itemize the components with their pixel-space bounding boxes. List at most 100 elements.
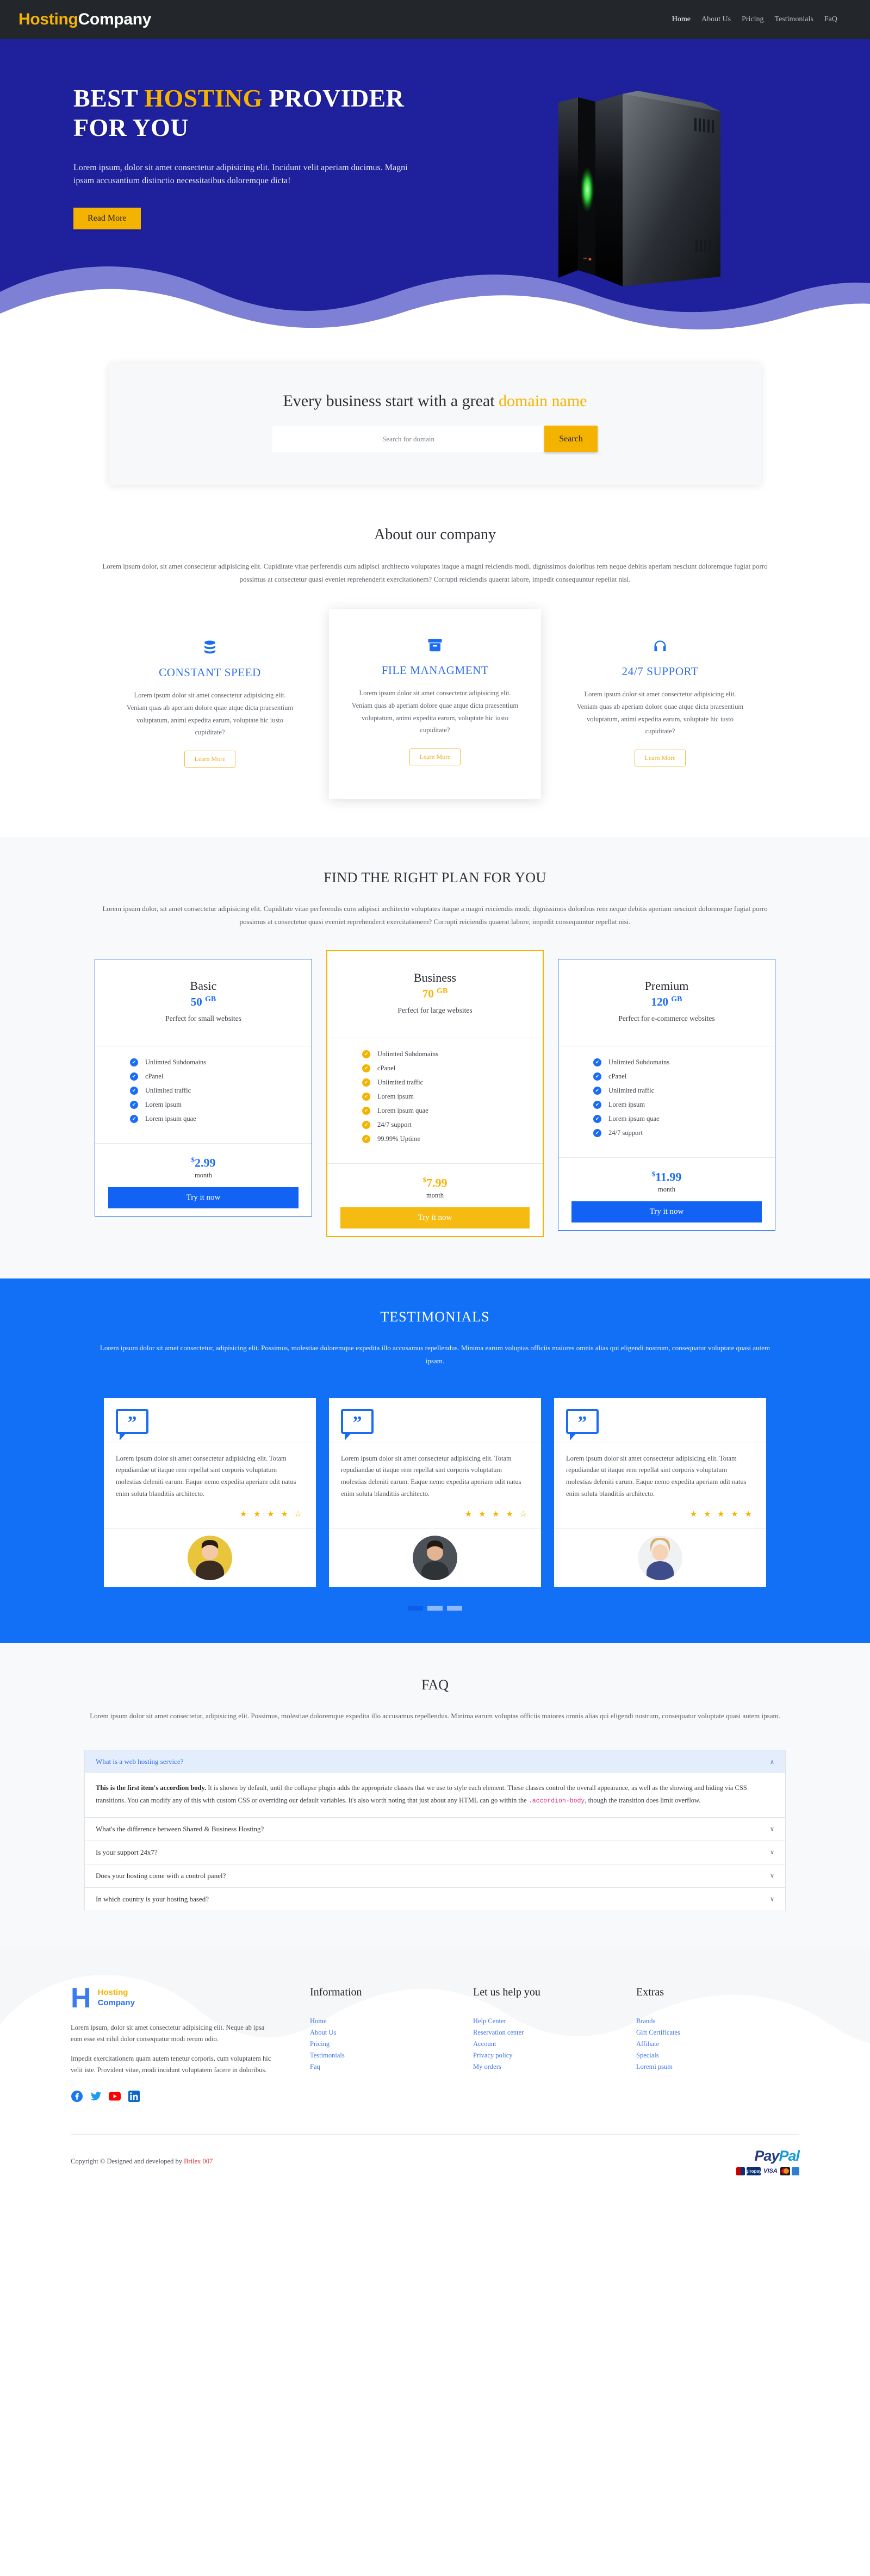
testimonial-carousel-dots [0, 1606, 870, 1611]
footer-link-privacy-policy[interactable]: Privacy policy [473, 2051, 636, 2060]
learn-more-button[interactable]: Learn More [634, 750, 686, 767]
read-more-button[interactable]: Read More [73, 208, 141, 230]
database-icon [123, 639, 296, 658]
plan-feature-item: ✔ Unlimted Subdomains [130, 1058, 312, 1067]
testimonial-rating-stars: ★ ★ ★ ★ ★ [554, 1506, 766, 1529]
faq-answer-code: .accordion-body [528, 1798, 585, 1805]
brand-logo[interactable]: HostingCompany [18, 10, 151, 29]
faq-question-5[interactable]: In which country is your hosting based? … [85, 1887, 785, 1911]
hero-wave-decoration [0, 266, 870, 335]
plan-features: ✔ Unlimted Subdomains ✔ cPanel ✔ Unlimited … [327, 1038, 543, 1164]
visa-icon: VISA [762, 2167, 779, 2175]
footer-link-help-center[interactable]: Help Center [473, 2017, 636, 2025]
testimonials-paragraph: Lorem ipsum dolor sit amet consectetur, … [100, 1343, 770, 1365]
paypal-badge: PayPal giropay VISA [736, 2147, 800, 2175]
pricing-plan-business: Business 70 GB Perfect for large website… [326, 950, 544, 1237]
footer-link-account[interactable]: Account [473, 2040, 636, 2048]
footer-about-paragraph-2: Impedit exercitationem quam autem tenetu… [71, 2055, 271, 2074]
check-icon: ✔ [362, 1135, 370, 1144]
footer-column-title: Let us help you [473, 1986, 540, 1998]
plan-description: Perfect for small websites [165, 1014, 241, 1023]
footer-link-home[interactable]: Home [310, 2017, 473, 2025]
carousel-dot-3[interactable] [447, 1606, 462, 1611]
learn-more-button[interactable]: Learn More [409, 749, 461, 766]
check-icon: ✔ [593, 1087, 601, 1095]
pricing-plan-basic: Basic 50 GB Perfect for small websites ✔… [95, 959, 312, 1217]
testimonial-avatar-wrap [104, 1529, 316, 1587]
avatar [413, 1536, 457, 1581]
plan-features: ✔ Unlimted Subdomains ✔ cPanel ✔ Unlimited … [95, 1046, 312, 1144]
faq-heading: FAQ [421, 1677, 449, 1693]
domain-search-button[interactable]: Search [544, 426, 598, 452]
footer-logo[interactable]: H Hosting Company [71, 1984, 272, 2012]
plan-size: 70 GB [422, 987, 448, 1001]
feature-card-constant-speed: CONSTANT SPEED Lorem ipsum dolor sit ame… [104, 616, 316, 793]
about-paragraph: Lorem ipsum dolor, sit amet consectetur … [102, 562, 768, 584]
feature-text: Lorem ipsum dolor sit amet consectetur a… [126, 691, 294, 737]
faq-question-3[interactable]: Is your support 24x7? ∨ [85, 1841, 785, 1864]
plan-feature-item: ✔ cPanel [130, 1072, 312, 1081]
footer-link-my-orders[interactable]: My orders [473, 2063, 636, 2071]
footer-logo-line-2: Company [97, 1998, 135, 2007]
plan-period: month [426, 1191, 444, 1199]
faq-question-2[interactable]: What's the difference between Shared & B… [85, 1817, 785, 1841]
youtube-icon[interactable] [109, 2091, 121, 2103]
learn-more-button[interactable]: Learn More [184, 751, 236, 768]
nav-item-testimonials[interactable]: Testimonials [775, 15, 813, 24]
footer-link-specials[interactable]: Specials [636, 2051, 799, 2060]
try-it-now-button[interactable]: Try it now [340, 1207, 530, 1228]
footer-link-testimonials[interactable]: Testimonials [310, 2051, 473, 2060]
footer-link-brands[interactable]: Brands [636, 2017, 799, 2025]
about-section: About our company Lorem ipsum dolor, sit… [0, 507, 870, 597]
footer-column-title: Information [310, 1986, 362, 1998]
avatar [188, 1536, 232, 1581]
faq-item-5: In which country is your hosting based? … [85, 1887, 785, 1911]
facebook-icon[interactable] [71, 2091, 83, 2103]
nav-item-pricing[interactable]: Pricing [742, 15, 763, 24]
quote-bubble-icon: ” [116, 1408, 148, 1440]
feature-card-247-support: 24/7 SUPPORT Lorem ipsum dolor sit amet … [554, 616, 766, 792]
server-tower-image [558, 91, 720, 286]
check-icon: ✔ [362, 1050, 370, 1059]
paypal-wordmark: PayPal [754, 2147, 800, 2164]
hero-title: BEST HOSTING PROVIDER FOR YOU [73, 84, 405, 142]
check-icon: ✔ [593, 1115, 601, 1124]
testimonial-card: ” Lorem ipsum dolor sit amet consectetur… [554, 1398, 766, 1588]
linkedin-icon[interactable] [128, 2091, 140, 2103]
footer-link-loremi-psum[interactable]: Loremi psum [636, 2063, 799, 2071]
developer-credit-link[interactable]: Brilex 007 [184, 2157, 213, 2165]
nav-item-faq[interactable]: FaQ [824, 15, 837, 24]
plan-header: Business 70 GB Perfect for large website… [327, 951, 543, 1038]
footer-link-gift-certificates[interactable]: Gift Certificates [636, 2029, 799, 2037]
plan-price: $11.99 [651, 1170, 682, 1184]
faq-question-label: What is a web hosting service? [96, 1757, 184, 1766]
plan-feature-item: ✔ Unlimited traffic [362, 1078, 543, 1087]
try-it-now-button[interactable]: Try it now [108, 1187, 299, 1208]
nav-item-home[interactable]: Home [672, 15, 691, 24]
faq-question-1[interactable]: What is a web hosting service? ∧ [85, 1750, 785, 1774]
testimonial-cards: ” Lorem ipsum dolor sit amet consectetur… [0, 1398, 870, 1588]
domain-search-input[interactable] [272, 426, 544, 452]
giropay-icon: giropay [746, 2167, 761, 2175]
carousel-dot-2[interactable] [427, 1606, 443, 1611]
faq-question-4[interactable]: Does your hosting come with a control pa… [85, 1864, 785, 1887]
hero-paragraph: Lorem ipsum, dolor sit amet consectetur … [73, 163, 408, 186]
footer-link-faq[interactable]: Faq [310, 2063, 473, 2071]
feature-text: Lorem ipsum dolor sit amet consectetur a… [576, 690, 744, 735]
try-it-now-button[interactable]: Try it now [571, 1201, 762, 1222]
twitter-icon[interactable] [90, 2091, 102, 2103]
testimonials-heading: TESTIMONIALS [380, 1308, 490, 1325]
footer-link-affiliate[interactable]: Affiliate [636, 2040, 799, 2048]
plan-description: Perfect for e-commerce websites [618, 1014, 715, 1023]
footer-link-pricing[interactable]: Pricing [310, 2040, 473, 2048]
carousel-dot-1[interactable] [408, 1606, 423, 1611]
plan-feature-item: ✔ Unlimted Subdomains [362, 1050, 543, 1059]
check-icon: ✔ [130, 1087, 138, 1095]
footer-link-reservation-center[interactable]: Reservation center [473, 2029, 636, 2037]
chevron-down-icon: ∨ [769, 1873, 774, 1880]
plan-feature-item: ✔ Lorem ipsum [362, 1093, 543, 1101]
nav-item-about-us[interactable]: About Us [701, 15, 731, 24]
plan-feature-item: ✔ Lorem ipsum quae [362, 1107, 543, 1115]
footer-link-about-us[interactable]: About Us [310, 2029, 473, 2037]
avatar [638, 1536, 682, 1581]
